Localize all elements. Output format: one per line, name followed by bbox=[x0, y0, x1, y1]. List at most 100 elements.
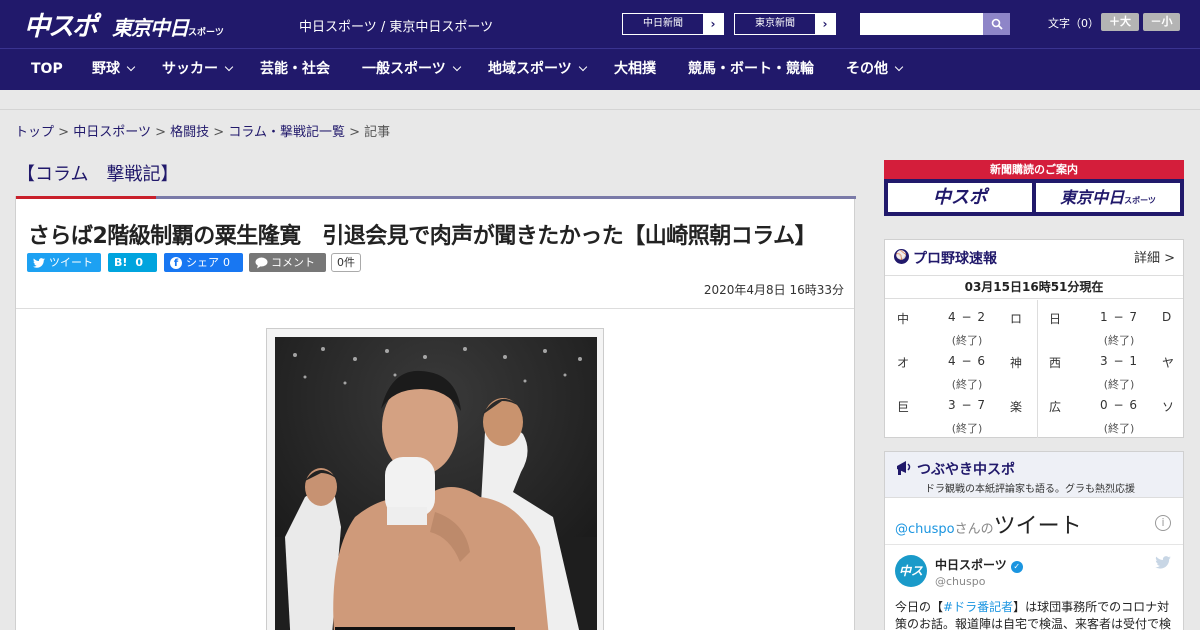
game-status: (終了) bbox=[951, 334, 983, 347]
article-divider bbox=[16, 308, 854, 309]
main-nav: TOP 野球 サッカー 芸能・社会 一般スポーツ 地域スポーツ 大相撲 競馬・ボ… bbox=[0, 48, 1200, 90]
tweet-account[interactable]: 中日スポーツ ✓ bbox=[935, 556, 1023, 573]
breadcrumb-separator: > bbox=[213, 125, 225, 140]
tokyo-shimbun-label: 東京新聞 bbox=[755, 18, 795, 29]
nav-item-baseball[interactable]: 野球 bbox=[92, 49, 136, 90]
promo-tokyo-sub: スポーツ bbox=[1124, 196, 1156, 205]
promo-chuspo-logo[interactable]: 中スポ bbox=[888, 183, 1032, 212]
nav-label: TOP bbox=[31, 61, 63, 77]
game-status: (終了) bbox=[951, 378, 983, 391]
account-name: 中日スポーツ bbox=[935, 558, 1007, 572]
game-status: (終了) bbox=[1103, 334, 1135, 347]
nav-label: 一般スポーツ bbox=[362, 61, 446, 77]
nav-label: 芸能・社会 bbox=[260, 61, 330, 77]
breadcrumb-link-column-list[interactable]: コラム・撃戦記一覧 bbox=[228, 125, 345, 140]
twitter-widget-header: つぶやき中スポ ドラ観戦の本紙評論家も語る。グラも熱烈応援 bbox=[885, 452, 1183, 498]
nav-item-sumo[interactable]: 大相撲 bbox=[614, 49, 656, 90]
game-score[interactable]: 西 3 − 1 ヤ (終了) bbox=[1049, 354, 1189, 398]
verified-icon: ✓ bbox=[1010, 561, 1023, 573]
nav-item-soccer[interactable]: サッカー bbox=[162, 49, 234, 90]
avatar[interactable]: 中スポ bbox=[895, 555, 927, 610]
sub-bar bbox=[0, 90, 1200, 110]
chuspo-logo[interactable]: 中スポ bbox=[24, 6, 98, 43]
subscription-promo[interactable]: 新聞購読のご案内 中スポ 東京中日スポーツ bbox=[884, 160, 1184, 216]
nav-item-top[interactable]: TOP bbox=[31, 49, 63, 90]
facebook-share-label: シェア bbox=[186, 256, 219, 269]
breadcrumb-current: 記事 bbox=[364, 125, 391, 140]
article-photo[interactable] bbox=[275, 337, 597, 630]
breadcrumb-separator: > bbox=[349, 125, 361, 140]
score: 4 − 2 bbox=[948, 310, 986, 324]
nav-item-racing[interactable]: 競馬・ボート・競輪 bbox=[688, 49, 814, 90]
article-top-line bbox=[16, 196, 856, 199]
score: 4 − 6 bbox=[948, 354, 986, 368]
facebook-count: 0 bbox=[223, 256, 230, 269]
score: 1 − 7 bbox=[1100, 310, 1138, 324]
nav-label: 大相撲 bbox=[614, 61, 656, 77]
nav-item-entertainment[interactable]: 芸能・社会 bbox=[260, 49, 330, 90]
info-icon[interactable]: i bbox=[1155, 515, 1171, 531]
tweet-text: 今日の【#ドラ番記者】は球団事務所でのコロナ対策のお話。報道陣は自宅で検温、来客… bbox=[895, 599, 1175, 630]
font-smaller-button[interactable]: －小 bbox=[1143, 13, 1180, 31]
site-links[interactable]: 中日スポーツ / 東京中日スポーツ bbox=[299, 16, 493, 35]
chunichi-shimbun-button[interactable]: 中日新聞 › bbox=[622, 13, 724, 35]
chunichi-shimbun-label: 中日新聞 bbox=[643, 18, 683, 29]
comment-icon bbox=[255, 257, 268, 268]
promo-tokyo-logo[interactable]: 東京中日スポーツ bbox=[1036, 183, 1180, 212]
hatena-count: 0 bbox=[135, 256, 144, 269]
score: 0 − 6 bbox=[1100, 398, 1138, 412]
baseball-status-time: 03月15日16時51分現在 bbox=[885, 275, 1183, 299]
account-handle[interactable]: @chuspo bbox=[935, 575, 985, 588]
nav-label: 野球 bbox=[92, 61, 120, 77]
tokyo-shimbun-button[interactable]: 東京新聞 › bbox=[734, 13, 836, 35]
home-team: 巨 bbox=[897, 400, 910, 414]
game-score[interactable]: 巨 3 − 7 楽 (終了) bbox=[897, 398, 1037, 442]
game-score[interactable]: 中 4 − 2 ロ (終了) bbox=[897, 310, 1037, 354]
nav-label: その他 bbox=[846, 61, 888, 77]
home-team: 中 bbox=[897, 312, 910, 326]
tokyo-chunichi-logo[interactable]: 東京中日スポーツ bbox=[112, 12, 224, 41]
tweet-button[interactable]: ツイート bbox=[27, 253, 101, 272]
hatena-button[interactable]: B! 0 bbox=[108, 253, 157, 272]
away-team: ヤ bbox=[1162, 356, 1175, 370]
game-score[interactable]: 広 0 − 6 ソ (終了) bbox=[1049, 398, 1189, 442]
breadcrumb-link-chunichi-sports[interactable]: 中日スポーツ bbox=[73, 125, 151, 140]
twitter-widget-subtitle: ドラ観戦の本紙評論家も語る。グラも熱烈応援 bbox=[925, 484, 1135, 495]
top-bar: 中スポ 東京中日スポーツ 中日スポーツ / 東京中日スポーツ 中日新聞 › 東京… bbox=[0, 0, 1200, 48]
game-score[interactable]: オ 4 − 6 神 (終了) bbox=[897, 354, 1037, 398]
game-score[interactable]: 日 1 − 7 D (終了) bbox=[1049, 310, 1189, 354]
font-bigger-button[interactable]: ＋大 bbox=[1101, 13, 1139, 31]
baseball-detail-link[interactable]: 詳細 > bbox=[1134, 247, 1175, 266]
nav-item-local-sports[interactable]: 地域スポーツ bbox=[488, 49, 587, 90]
tweets-by-line: @chuspoさんのツイート bbox=[895, 508, 1082, 540]
twitter-icon bbox=[33, 257, 45, 268]
tweet-text-prefix: 今日の【 bbox=[895, 600, 944, 614]
game-status: (終了) bbox=[1103, 422, 1135, 435]
twitter-bird-icon[interactable] bbox=[1155, 556, 1171, 569]
search-button[interactable] bbox=[983, 13, 1010, 35]
boxer-photo bbox=[275, 337, 597, 630]
comment-count[interactable]: 0件 bbox=[331, 253, 361, 272]
search-input[interactable] bbox=[860, 13, 983, 35]
breadcrumb-link-fighting[interactable]: 格闘技 bbox=[170, 125, 209, 140]
hashtag-link[interactable]: #ドラ番記者 bbox=[943, 600, 1013, 614]
facebook-share-button[interactable]: f シェア 0 bbox=[164, 253, 243, 272]
home-team: 日 bbox=[1049, 312, 1062, 326]
nav-label: サッカー bbox=[162, 61, 218, 77]
article: さらば2階級制覇の粟生隆寛 引退会見で肉声が聞きたかった【山崎照朝コラム】 ツイ… bbox=[15, 196, 856, 630]
tokyo-logo-sub: スポーツ bbox=[188, 28, 224, 38]
chevron-down-icon bbox=[224, 62, 234, 72]
article-photo-frame bbox=[266, 328, 604, 630]
score: 3 − 1 bbox=[1100, 354, 1138, 368]
comment-label: コメント bbox=[271, 256, 315, 269]
chevron-down-icon bbox=[126, 62, 136, 72]
baseball-widget-title: プロ野球速報 bbox=[913, 251, 997, 267]
twitter-handle-link[interactable]: @chuspo bbox=[895, 522, 955, 537]
nav-item-general-sports[interactable]: 一般スポーツ bbox=[362, 49, 461, 90]
promo-tokyo-text: 東京中日 bbox=[1060, 188, 1125, 207]
nav-item-other[interactable]: その他 bbox=[846, 49, 904, 90]
font-size-label: 文字（0） bbox=[1048, 17, 1099, 30]
article-headline: さらば2階級制覇の粟生隆寛 引退会見で肉声が聞きたかった【山崎照朝コラム】 bbox=[28, 224, 817, 249]
comment-button[interactable]: コメント bbox=[249, 253, 326, 272]
breadcrumb-link-top[interactable]: トップ bbox=[15, 125, 54, 140]
